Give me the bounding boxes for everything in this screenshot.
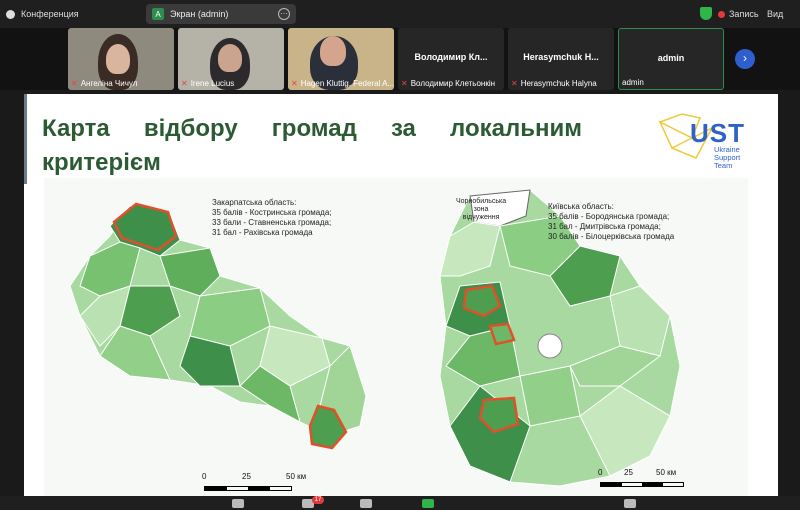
- participant-display-name: Володимир Кл...: [414, 52, 488, 62]
- active-share-icon[interactable]: [422, 499, 434, 508]
- more-options-icon[interactable]: ···: [278, 8, 290, 20]
- record-dot-icon: [718, 10, 725, 18]
- zakarpattia-legend: Закарпатська область: 35 балів - Кострин…: [212, 198, 332, 237]
- participant-face: [320, 36, 346, 66]
- participant-face: [106, 44, 130, 74]
- slide-title: Карта відбору громад за локальним критер…: [42, 112, 582, 180]
- title-line2: критерієм: [42, 149, 161, 176]
- scale-bar: [204, 486, 292, 491]
- participant-tile[interactable]: ✕ Ангеліна Чичул: [68, 28, 174, 90]
- kyiv-legend: Київська область: 35 балів - Бородянська…: [548, 202, 675, 241]
- participant-name: ✕ Irene Lucius: [181, 79, 235, 88]
- title-word: громад: [271, 115, 357, 142]
- window-titlebar: Конференция A Экран (admin) ··· Запись В…: [0, 0, 800, 28]
- title-word: за: [390, 115, 416, 142]
- mic-off-icon: ✕: [291, 79, 298, 88]
- record-label: Запись: [729, 9, 759, 19]
- logo-subtitle: Ukraine Support Team: [714, 145, 741, 170]
- slide-accent-bar: [24, 94, 27, 184]
- scale-right-zero: 0: [598, 468, 603, 477]
- participant-display-name: Herasymchuk H...: [523, 52, 599, 62]
- reactions-icon[interactable]: [624, 499, 636, 508]
- participants-icon[interactable]: [232, 499, 244, 508]
- participant-tile[interactable]: Володимир Кл... ✕ Володимир Клетьонкін: [398, 28, 504, 90]
- screen-share-tab[interactable]: A Экран (admin) ···: [146, 4, 296, 24]
- title-word: локальним: [450, 115, 582, 142]
- participant-strip: ✕ Ангеліна Чичул ✕ Irene Lucius ✕ Hagen Klu…: [0, 28, 800, 90]
- participant-name: admin: [622, 78, 644, 87]
- share-screen-icon[interactable]: [360, 499, 372, 508]
- exclusion-zone-label: Чорнобильська зона відчуження: [456, 198, 507, 221]
- chat-unread-badge: 17: [312, 496, 324, 504]
- participant-tile[interactable]: ✕ Irene Lucius: [178, 28, 284, 90]
- participant-face: [218, 44, 242, 72]
- record-button[interactable]: Запись: [718, 9, 759, 19]
- scale-label-zero: 0: [202, 472, 207, 481]
- scale-label-end: 50 км: [286, 472, 307, 481]
- view-menu-button[interactable]: Вид: [767, 9, 783, 19]
- participant-name: ✕ Ангеліна Чичул: [71, 79, 138, 88]
- mic-off-icon: ✕: [71, 79, 78, 88]
- mic-off-icon: ✕: [511, 79, 518, 88]
- scale-right-end: 50 км: [656, 468, 677, 477]
- title-word: відбору: [143, 115, 238, 142]
- app-logo-icon: [6, 9, 15, 19]
- security-shield-icon[interactable]: [700, 7, 712, 20]
- next-page-button[interactable]: ›: [735, 49, 755, 69]
- scale-right-mid: 25: [624, 468, 633, 477]
- participant-display-name: admin: [657, 53, 685, 63]
- mic-off-icon: ✕: [401, 79, 408, 88]
- participant-tile[interactable]: ✕ Hagen Kluttig, Federal A...: [288, 28, 394, 90]
- meeting-toolbar: 17: [0, 496, 800, 510]
- mic-off-icon: ✕: [181, 79, 188, 88]
- scale-label-mid: 25: [242, 472, 251, 481]
- screen-share-label: Экран (admin): [170, 9, 229, 19]
- title-word: Карта: [42, 115, 110, 142]
- app-title: Конференция: [21, 9, 79, 19]
- screen-owner-badge: A: [152, 8, 164, 20]
- ust-logo: UST Ukraine Support Team: [652, 108, 762, 174]
- participant-name: ✕ Hagen Kluttig, Federal A...: [291, 79, 394, 88]
- scale-bar-right: [600, 482, 684, 487]
- participant-tile-active[interactable]: admin admin: [618, 28, 724, 90]
- participant-name: ✕ Herasymchuk Halyna: [511, 79, 597, 88]
- app-title-group: Конференция: [6, 9, 79, 19]
- participant-name: ✕ Володимир Клетьонкін: [401, 79, 496, 88]
- participant-tile[interactable]: Herasymchuk H... ✕ Herasymchuk Halyna: [508, 28, 614, 90]
